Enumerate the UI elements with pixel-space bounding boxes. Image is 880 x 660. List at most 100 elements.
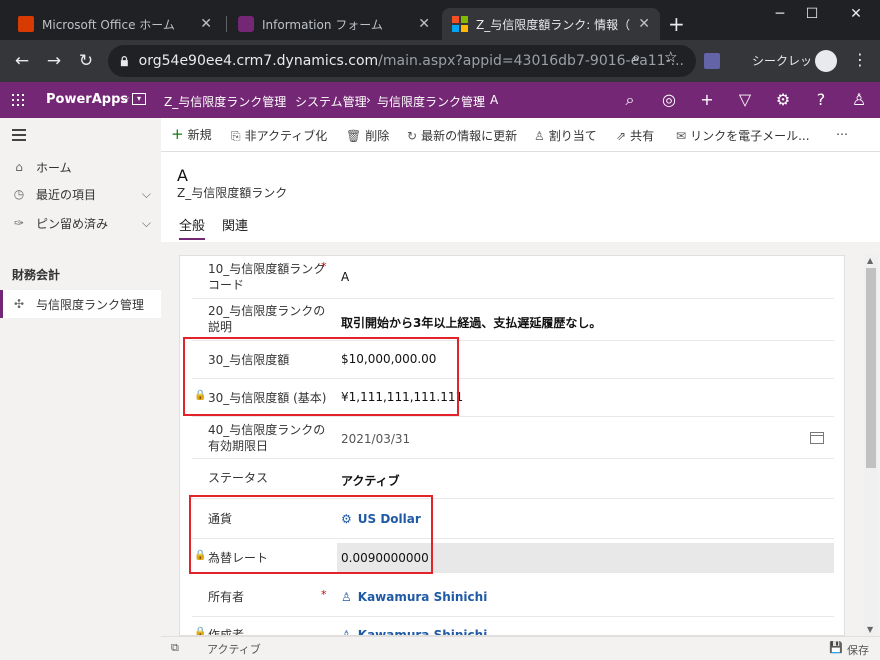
field-row-status: ステータス アクティブ bbox=[192, 459, 834, 499]
lock-icon: 🔒 bbox=[194, 627, 207, 636]
status-bar: ⧉ アクティブ 💾 保存 bbox=[161, 636, 880, 660]
owner-name: Kawamura Shinichi bbox=[357, 590, 488, 604]
command-label: 最新の情報に更新 bbox=[421, 129, 518, 143]
browser-toolbar: ← → ↻ org54e90ee4.crm7.dynamics.com/main… bbox=[0, 40, 880, 82]
scroll-thumb[interactable] bbox=[866, 268, 876, 468]
trash-icon: 🗑 bbox=[346, 129, 362, 143]
help-icon[interactable]: ? bbox=[811, 90, 831, 109]
save-icon[interactable]: 💾 bbox=[829, 641, 843, 654]
command-label: 共有 bbox=[630, 129, 655, 143]
hamburger-menu-icon[interactable] bbox=[12, 129, 26, 144]
user-icon[interactable]: ♙ bbox=[849, 90, 869, 109]
close-window-icon[interactable]: ✕ bbox=[836, 6, 876, 22]
deactivate-button[interactable]: ⎘ 非アクティブ化 bbox=[231, 127, 327, 144]
form-body: 10_与信限度額ランクコード * A 20_与信限度ランクの説明 取引開始から3… bbox=[161, 242, 880, 636]
tab-separator bbox=[226, 16, 227, 32]
settings-icon[interactable]: ⚙ bbox=[773, 90, 793, 109]
nav-item-home[interactable]: ⌂ ホーム bbox=[0, 153, 161, 181]
add-icon[interactable]: + bbox=[697, 90, 717, 109]
search-icon[interactable]: ⌕ bbox=[620, 90, 640, 110]
refresh-icon: ↻ bbox=[407, 129, 418, 143]
record-entity: Z_与信限度額ランク bbox=[177, 186, 288, 200]
close-tab-icon[interactable]: ✕ bbox=[200, 16, 212, 32]
back-icon[interactable]: ← bbox=[12, 51, 32, 71]
browser-tab-office-home[interactable]: Microsoft Office ホーム ✕ bbox=[8, 8, 222, 40]
zoom-search-icon[interactable]: ⌕ bbox=[632, 48, 640, 66]
field-label: 20_与信限度ランクの説明 bbox=[208, 304, 326, 334]
share-icon: ⇗ bbox=[616, 129, 627, 143]
scrollbar[interactable]: ▲ ▼ bbox=[864, 254, 878, 636]
field-row-rank-code: 10_与信限度額ランクコード * A bbox=[192, 256, 834, 299]
reload-icon[interactable]: ↻ bbox=[76, 51, 96, 71]
browser-tab-information-form[interactable]: Information フォーム ✕ bbox=[228, 8, 440, 40]
command-label: 削除 bbox=[365, 129, 390, 143]
new-button[interactable]: + 新規 bbox=[171, 125, 212, 143]
assign-button[interactable]: ♙ 割り当て bbox=[534, 127, 597, 144]
incognito-avatar-icon[interactable] bbox=[815, 50, 837, 72]
scroll-up-icon[interactable]: ▲ bbox=[867, 256, 873, 265]
tab-title: Z_与信限度額ランク: 情報（全 bbox=[476, 17, 631, 32]
required-marker: * bbox=[321, 260, 327, 273]
owner-link[interactable]: ♙ Kawamura Shinichi bbox=[341, 590, 487, 604]
new-tab-icon[interactable]: + bbox=[668, 12, 685, 36]
scroll-down-icon[interactable]: ▼ bbox=[867, 625, 873, 634]
close-tab-icon[interactable]: ✕ bbox=[418, 16, 430, 32]
brand-name[interactable]: PowerApps bbox=[46, 92, 128, 107]
record-name: A bbox=[177, 166, 188, 185]
nav-item-recent[interactable]: ◷ 最近の項目 ⌵ bbox=[0, 180, 161, 208]
app-name[interactable]: Z_与信限度ランク管理 bbox=[164, 93, 286, 110]
created-by-link[interactable]: ♙ Kawamura Shinichi bbox=[341, 628, 487, 636]
field-row-created-by: 🔒 作成者 ♙ Kawamura Shinichi bbox=[192, 617, 834, 636]
star-icon[interactable]: ☆ bbox=[664, 48, 677, 66]
close-tab-icon[interactable]: ✕ bbox=[638, 16, 650, 32]
browser-tab-current[interactable]: Z_与信限度額ランク: 情報（全 ✕ bbox=[442, 8, 660, 40]
field-row-owner: 所有者 * ♙ Kawamura Shinichi bbox=[192, 577, 834, 617]
field-label: 作成者 bbox=[208, 628, 245, 636]
calendar-icon[interactable] bbox=[810, 432, 824, 444]
browser-menu-icon[interactable]: ⋮ bbox=[852, 50, 868, 69]
field-label: 所有者 bbox=[208, 590, 245, 604]
save-button[interactable]: 保存 bbox=[847, 642, 869, 658]
tab-general[interactable]: 全般 bbox=[179, 215, 206, 240]
tab-related[interactable]: 関連 bbox=[222, 215, 248, 234]
browser-tab-strip: Microsoft Office ホーム ✕ Information フォーム … bbox=[0, 0, 880, 40]
chevron-down-icon[interactable]: ⌵ bbox=[142, 187, 151, 202]
breadcrumb-entity[interactable]: 与信限度ランク管理 bbox=[377, 93, 485, 110]
command-label: 割り当て bbox=[548, 129, 597, 143]
chevron-down-icon[interactable]: ⌵ bbox=[142, 216, 151, 231]
email-link-button[interactable]: ✉ リンクを電子メール... bbox=[676, 127, 810, 144]
field-label: ステータス bbox=[208, 471, 269, 485]
nav-item-credit-rank[interactable]: ✣ 与信限度ランク管理 bbox=[0, 290, 161, 318]
url-host: org54e90ee4.crm7.dynamics.com bbox=[138, 53, 379, 69]
filter-icon[interactable]: ▽ bbox=[735, 90, 755, 109]
command-label: 非アクティブ化 bbox=[244, 129, 328, 143]
breadcrumb-area[interactable]: システム管理 bbox=[295, 93, 367, 110]
chevron-down-icon[interactable]: ⌵ bbox=[120, 91, 129, 106]
rank-code-value[interactable]: A bbox=[341, 270, 349, 284]
popout-icon[interactable]: ⧉ bbox=[171, 641, 179, 655]
person-icon: ♙ bbox=[341, 628, 352, 636]
more-commands-button[interactable]: ⋯ bbox=[836, 127, 848, 141]
forward-icon[interactable]: → bbox=[44, 51, 64, 71]
field-label: 40_与信限度ランクの有効期限日 bbox=[208, 423, 326, 453]
maximize-icon[interactable]: ☐ bbox=[792, 6, 832, 22]
left-nav: ⌂ ホーム ◷ 最近の項目 ⌵ ✑ ピン留め済み ⌵ 財務会計 ✣ 与信限度ラン… bbox=[0, 118, 161, 660]
description-value[interactable]: 取引開始から3年以上経過、支払遅延履歴なし。 bbox=[341, 314, 601, 331]
home-icon: ⌂ bbox=[15, 160, 23, 174]
office-logo-icon bbox=[18, 16, 34, 32]
delete-button[interactable]: 🗑 削除 bbox=[346, 127, 389, 144]
assistant-icon[interactable]: ◎ bbox=[659, 90, 679, 109]
app-switcher-icon[interactable]: ▾ bbox=[132, 93, 146, 105]
share-button[interactable]: ⇗ 共有 bbox=[616, 127, 654, 144]
highlight-box-credit-limit bbox=[183, 337, 459, 416]
refresh-button[interactable]: ↻ 最新の情報に更新 bbox=[407, 127, 517, 144]
expiry-date-value[interactable]: 2021/03/31 bbox=[341, 432, 410, 446]
tab-title: Microsoft Office ホーム bbox=[42, 17, 175, 32]
status-value[interactable]: アクティブ bbox=[341, 472, 400, 489]
nav-item-pinned[interactable]: ✑ ピン留め済み ⌵ bbox=[0, 209, 161, 237]
extension-icon[interactable] bbox=[704, 53, 720, 69]
required-marker: * bbox=[321, 588, 327, 601]
app-launcher-icon[interactable] bbox=[12, 94, 24, 106]
address-bar[interactable]: org54e90ee4.crm7.dynamics.com/main.aspx?… bbox=[108, 45, 696, 77]
status-text: アクティブ bbox=[207, 643, 261, 656]
